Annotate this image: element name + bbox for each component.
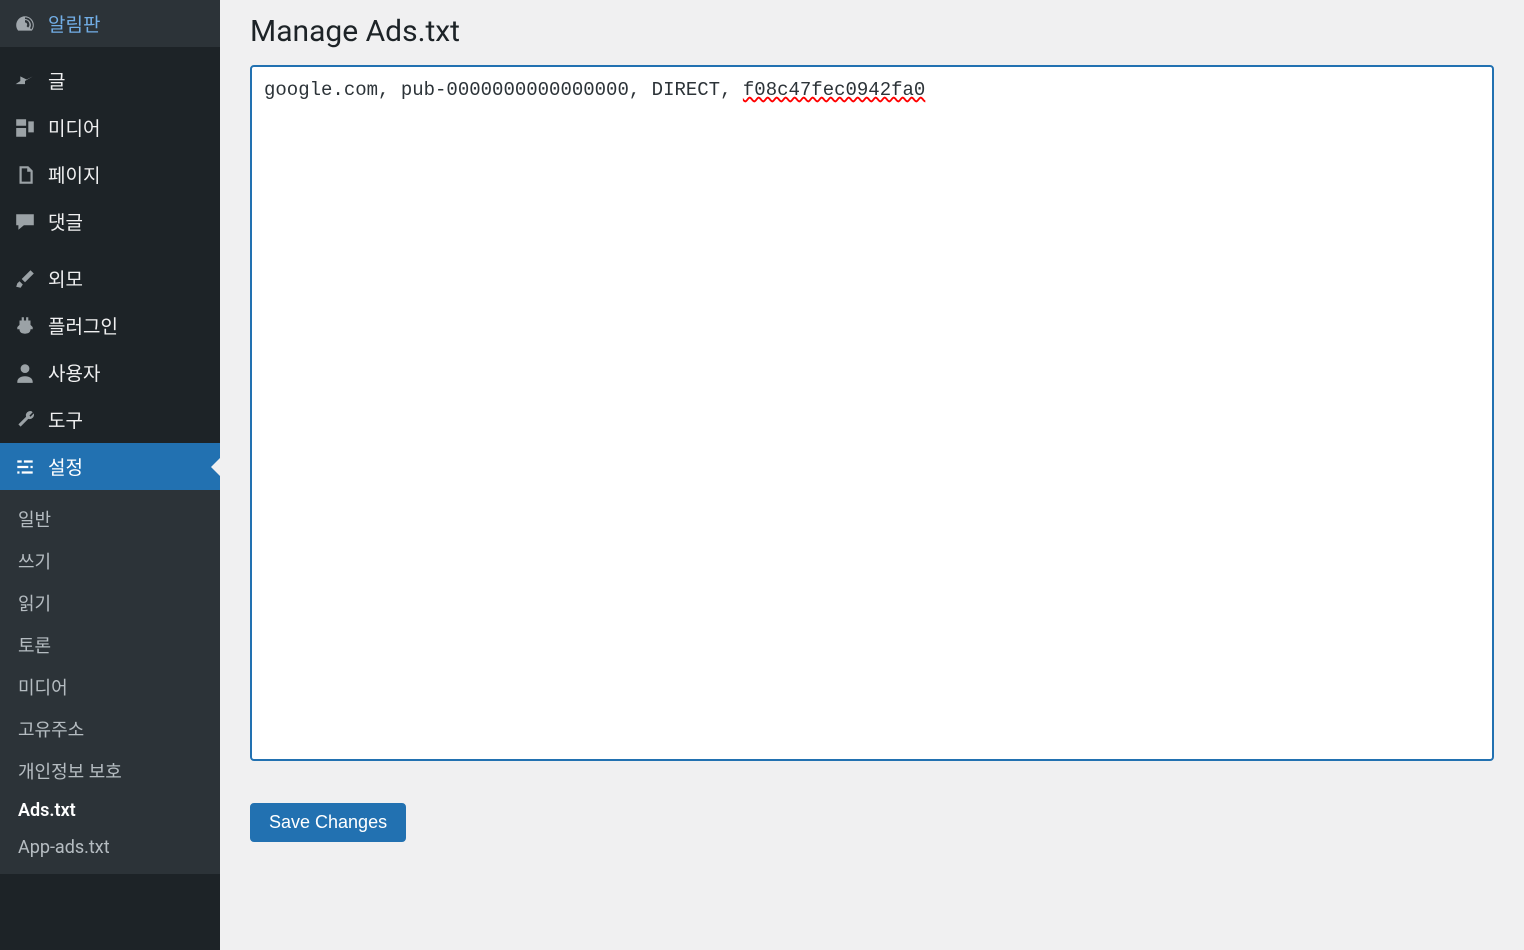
sidebar-item-label: 미디어: [48, 114, 100, 141]
submenu-item-media[interactable]: 미디어: [0, 666, 220, 708]
submenu-item-general[interactable]: 일반: [0, 498, 220, 540]
submenu-item-privacy[interactable]: 개인정보 보호: [0, 750, 220, 792]
save-changes-button[interactable]: Save Changes: [250, 803, 406, 842]
sidebar-item-users[interactable]: 사용자: [0, 349, 220, 396]
submenu-item-discussion[interactable]: 토론: [0, 624, 220, 666]
sidebar-item-comments[interactable]: 댓글: [0, 198, 220, 245]
admin-sidebar: 알림판 글 미디어 페이지 댓글 외모 플러그인: [0, 0, 220, 950]
sidebar-item-media[interactable]: 미디어: [0, 104, 220, 151]
submenu-item-permalinks[interactable]: 고유주소: [0, 708, 220, 750]
sliders-icon: [12, 454, 38, 480]
sidebar-item-pages[interactable]: 페이지: [0, 151, 220, 198]
separator: [0, 245, 220, 255]
sidebar-item-label: 페이지: [48, 161, 100, 188]
pin-icon: [12, 68, 38, 94]
sidebar-item-label: 설정: [48, 453, 83, 480]
sidebar-item-settings[interactable]: 설정: [0, 443, 220, 490]
sidebar-item-tools[interactable]: 도구: [0, 396, 220, 443]
user-icon: [12, 360, 38, 386]
sidebar-item-label: 도구: [48, 406, 83, 433]
sidebar-item-posts[interactable]: 글: [0, 57, 220, 104]
dashboard-icon: [12, 11, 38, 37]
sidebar-item-label: 댓글: [48, 208, 83, 235]
comment-icon: [12, 209, 38, 235]
main-content: Manage Ads.txt google.com, pub-000000000…: [220, 0, 1524, 950]
ads-txt-textarea[interactable]: google.com, pub-0000000000000000, DIRECT…: [250, 65, 1494, 761]
sidebar-item-plugins[interactable]: 플러그인: [0, 302, 220, 349]
pages-icon: [12, 162, 38, 188]
sidebar-item-appearance[interactable]: 외모: [0, 255, 220, 302]
separator: [0, 47, 220, 57]
wrench-icon: [12, 407, 38, 433]
sidebar-item-label: 플러그인: [48, 312, 118, 339]
media-icon: [12, 115, 38, 141]
sidebar-item-label: 알림판: [48, 10, 100, 37]
plugin-icon: [12, 313, 38, 339]
sidebar-item-dashboard[interactable]: 알림판: [0, 0, 220, 47]
submenu-item-reading[interactable]: 읽기: [0, 582, 220, 624]
submenu-item-writing[interactable]: 쓰기: [0, 540, 220, 582]
submenu-item-adstxt[interactable]: Ads.txt: [0, 792, 220, 829]
sidebar-item-label: 글: [48, 67, 65, 94]
submenu-item-appadstxt[interactable]: App-ads.txt: [0, 829, 220, 866]
sidebar-item-label: 외모: [48, 265, 83, 292]
sidebar-item-label: 사용자: [48, 359, 100, 386]
page-title: Manage Ads.txt: [250, 14, 1494, 49]
brush-icon: [12, 266, 38, 292]
settings-submenu: 일반 쓰기 읽기 토론 미디어 고유주소 개인정보 보호 Ads.txt App…: [0, 490, 220, 874]
